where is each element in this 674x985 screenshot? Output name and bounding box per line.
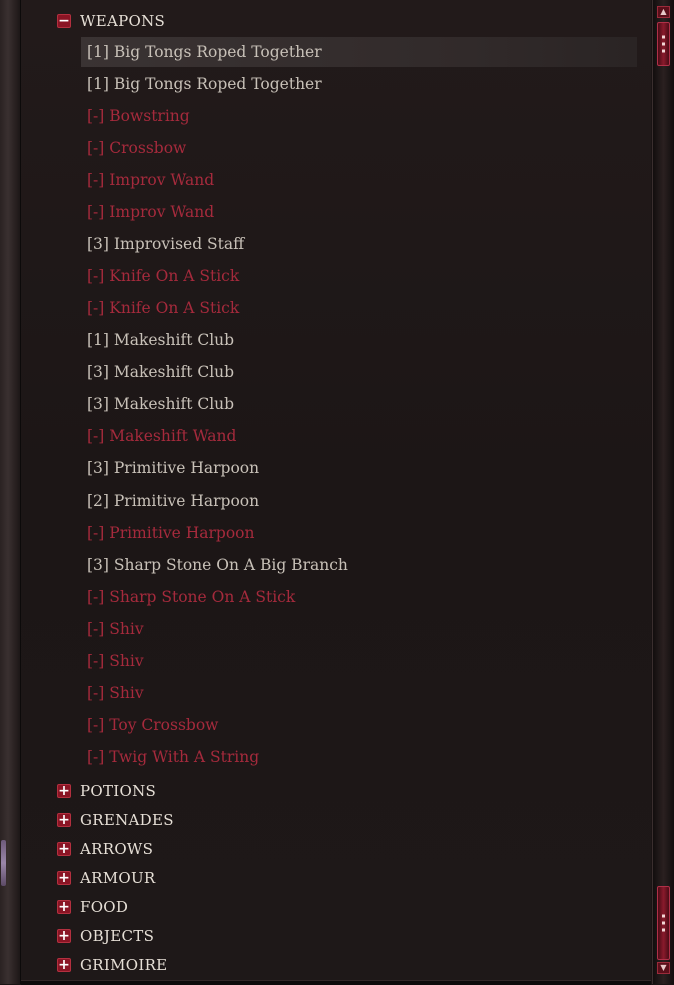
recipe-item[interactable]: [-] Primitive Harpoon — [81, 518, 637, 548]
expand-icon[interactable]: + — [57, 871, 71, 885]
expand-icon[interactable]: + — [57, 813, 71, 827]
recipe-item[interactable]: [-] Twig With A String — [81, 742, 637, 772]
recipe-item[interactable]: [3] Primitive Harpoon — [81, 453, 637, 483]
category-label: ARMOUR — [80, 869, 156, 887]
recipe-item[interactable]: [-] Toy Crossbow — [81, 710, 637, 740]
frame-gem-ornament — [1, 840, 6, 886]
recipe-tree-panel: − WEAPONS [1] Big Tongs Roped Together [… — [21, 0, 651, 984]
scrollbar-thumb[interactable] — [657, 886, 670, 960]
category-label: GRIMOIRE — [80, 956, 168, 974]
arrow-down-icon[interactable]: ▼ — [657, 962, 670, 974]
recipe-item[interactable]: [-] Sharp Stone On A Stick — [81, 582, 637, 612]
expand-icon[interactable]: + — [57, 842, 71, 856]
category-label: OBJECTS — [80, 927, 155, 945]
expand-icon[interactable]: + — [57, 784, 71, 798]
category-grenades[interactable]: + GRENADES — [57, 806, 174, 834]
recipe-item[interactable]: [-] Shiv — [81, 614, 637, 644]
arrow-up-icon[interactable]: ▲ — [657, 6, 670, 18]
recipe-item[interactable]: [-] Shiv — [81, 678, 637, 708]
recipe-item[interactable]: [3] Sharp Stone On A Big Branch — [81, 550, 637, 580]
recipe-item[interactable]: [-] Bowstring — [81, 101, 637, 131]
recipe-item[interactable]: [3] Makeshift Club — [81, 357, 637, 387]
category-weapons[interactable]: − WEAPONS — [57, 7, 165, 35]
category-arrows[interactable]: + ARROWS — [57, 835, 153, 863]
category-food[interactable]: + FOOD — [57, 893, 128, 921]
category-objects[interactable]: + OBJECTS — [57, 922, 154, 950]
recipe-item[interactable]: [-] Improv Wand — [81, 165, 637, 195]
expand-icon[interactable]: + — [57, 900, 71, 914]
category-label: ARROWS — [80, 840, 154, 858]
recipe-item[interactable]: [3] Improvised Staff — [81, 229, 637, 259]
recipe-item[interactable]: [-] Knife On A Stick — [81, 261, 637, 291]
recipe-item[interactable]: [3] Makeshift Club — [81, 389, 637, 419]
category-grimoire[interactable]: + GRIMOIRE — [57, 951, 167, 979]
recipe-item[interactable]: [-] Makeshift Wand — [81, 421, 637, 451]
window-frame-left — [0, 0, 21, 984]
panel-bottom-edge — [21, 980, 651, 985]
recipe-item[interactable]: [-] Improv Wand — [81, 197, 637, 227]
scrollbar-thumb-top[interactable] — [657, 22, 670, 66]
collapse-icon[interactable]: − — [57, 14, 71, 28]
category-label: WEAPONS — [80, 12, 166, 30]
recipe-item[interactable]: [-] Crossbow — [81, 133, 637, 163]
scrollbar[interactable]: ▲ ▼ — [652, 0, 674, 984]
recipe-item[interactable]: [1] Big Tongs Roped Together — [81, 69, 637, 99]
recipe-item[interactable]: [1] Makeshift Club — [81, 325, 637, 355]
expand-icon[interactable]: + — [57, 929, 71, 943]
recipe-item[interactable]: [1] Big Tongs Roped Together — [81, 37, 637, 67]
category-label: POTIONS — [80, 782, 157, 800]
recipe-item[interactable]: [-] Shiv — [81, 646, 637, 676]
category-label: FOOD — [80, 898, 129, 916]
expand-icon[interactable]: + — [57, 958, 71, 972]
category-potions[interactable]: + POTIONS — [57, 777, 156, 805]
recipe-item[interactable]: [-] Knife On A Stick — [81, 293, 637, 323]
category-armour[interactable]: + ARMOUR — [57, 864, 156, 892]
recipe-item[interactable]: [2] Primitive Harpoon — [81, 486, 637, 516]
category-label: GRENADES — [80, 811, 174, 829]
